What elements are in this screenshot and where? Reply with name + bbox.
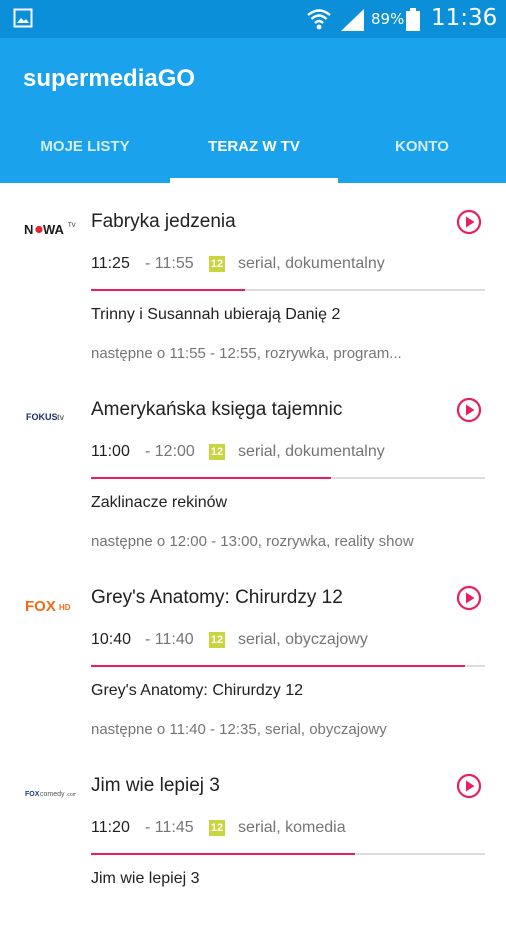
program-end-time: - 12:00: [145, 443, 195, 460]
age-rating-badge: 12: [209, 820, 225, 836]
play-icon[interactable]: [456, 397, 482, 423]
next-program-info: następne o 12:00 - 13:00, rozrywka, real…: [91, 533, 414, 550]
program-title: Grey's Anatomy: Chirurdzy 12: [91, 587, 343, 608]
program-title: Jim wie lepiej 3: [91, 775, 220, 796]
play-icon[interactable]: [456, 209, 482, 235]
next-program-info: następne o 11:40 - 12:35, serial, obycza…: [91, 721, 387, 738]
clock: 11:36: [431, 5, 498, 31]
program-item[interactable]: N WA TV Fabryka jedzenia 11:25 - 11:55 1…: [0, 183, 506, 371]
svg-text:FOKUS: FOKUS: [26, 412, 58, 422]
program-progress-fill: [91, 853, 355, 855]
tab-konto[interactable]: KONTO: [338, 135, 506, 183]
svg-text:WA: WA: [43, 222, 65, 237]
next-program-title: Zaklinacze rekinów: [91, 494, 228, 511]
app-title: supermediaGO: [23, 65, 196, 92]
gallery-icon: [13, 8, 33, 28]
nowa-tv-logo: N WA TV: [24, 222, 76, 237]
svg-text:.com: .com: [66, 792, 76, 798]
battery-icon: [406, 8, 420, 31]
program-genre: serial, dokumentalny: [238, 443, 385, 460]
program-start-time: 11:00: [91, 443, 130, 460]
svg-text:tv: tv: [57, 413, 65, 422]
next-program-info: następne o 11:55 - 12:55, rozrywka, prog…: [91, 345, 402, 362]
svg-text:FOX: FOX: [25, 791, 40, 798]
program-item[interactable]: FOKUS tv Amerykańska księga tajemnic 11:…: [0, 371, 506, 559]
svg-text:FOX: FOX: [25, 598, 56, 615]
program-start-time: 11:20: [91, 819, 130, 836]
program-genre: serial, dokumentalny: [238, 255, 385, 272]
next-program-title: Trinny i Susannah ubierają Danię 2: [91, 306, 341, 323]
program-genre: serial, obyczajowy: [238, 631, 368, 648]
program-progress-fill: [91, 665, 466, 667]
program-end-time: - 11:40: [145, 631, 194, 648]
program-progress-fill: [91, 289, 245, 291]
program-progress-fill: [91, 477, 332, 479]
program-progress-track: [91, 853, 485, 855]
battery-percent: 89%: [371, 10, 405, 28]
tab-moje-listy[interactable]: MOJE LISTY: [0, 135, 170, 183]
next-program-title: Grey's Anatomy: Chirurdzy 12: [91, 682, 304, 699]
program-progress-track: [91, 477, 485, 479]
program-genre: serial, komedia: [238, 819, 346, 836]
program-start-time: 11:25: [91, 255, 130, 272]
program-item[interactable]: FOX HD Grey's Anatomy: Chirurdzy 12 10:4…: [0, 559, 506, 747]
wifi-icon: [307, 9, 331, 30]
fox-hd-logo: FOX HD: [25, 598, 71, 615]
svg-text:comedy: comedy: [40, 791, 65, 798]
svg-text:HD: HD: [59, 603, 71, 612]
signal-icon: [341, 9, 364, 31]
program-end-time: - 11:55: [145, 255, 194, 272]
svg-text:N: N: [24, 222, 33, 237]
tab-teraz-w-tv[interactable]: TERAZ W TV: [170, 135, 338, 183]
program-progress-track: [91, 665, 485, 667]
fox-comedy-logo: FOX comedy .com: [25, 791, 76, 798]
fokus-tv-logo: FOKUS tv: [26, 412, 65, 422]
program-end-time: - 11:45: [145, 819, 194, 836]
play-icon[interactable]: [456, 773, 482, 799]
svg-text:TV: TV: [68, 223, 76, 229]
program-start-time: 10:40: [91, 631, 132, 648]
app-bar: supermediaGO MOJE LISTY TERAZ W TV KONTO: [0, 38, 506, 183]
program-title: Fabryka jedzenia: [91, 211, 236, 232]
age-rating-badge: 12: [209, 256, 225, 272]
program-item[interactable]: FOX comedy .com Jim wie lepiej 3 11:20 -…: [0, 747, 506, 935]
age-rating-badge: 12: [209, 444, 225, 460]
next-program-title: Jim wie lepiej 3: [91, 870, 200, 887]
status-bar: 89% 11:36: [0, 0, 506, 38]
program-title: Amerykańska księga tajemnic: [91, 399, 343, 420]
play-icon[interactable]: [456, 585, 482, 611]
age-rating-badge: 12: [209, 632, 225, 648]
program-progress-track: [91, 289, 485, 291]
